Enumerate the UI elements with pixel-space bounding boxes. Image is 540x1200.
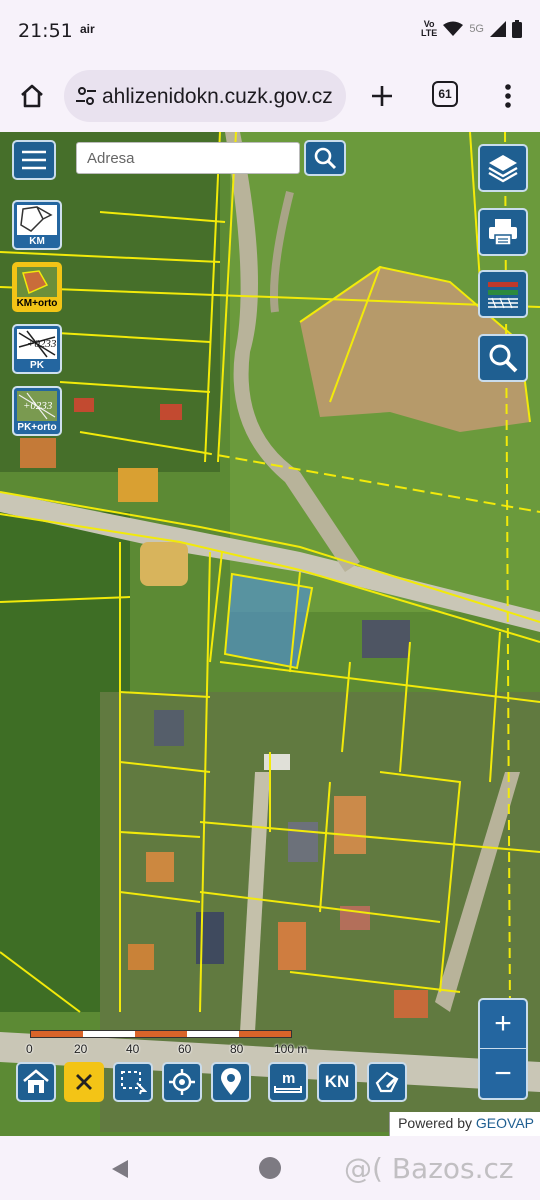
svg-text:+0233: +0233 bbox=[23, 400, 53, 412]
zoom-in-button[interactable]: + bbox=[480, 1000, 526, 1049]
url-text: ahlizenidokn.cuzk.gov.cz bbox=[102, 85, 333, 108]
home-extent-button[interactable] bbox=[16, 1062, 56, 1102]
print-button[interactable] bbox=[478, 208, 528, 256]
scale-label: 80 bbox=[230, 1042, 244, 1056]
attribution: Powered by GEOVAP bbox=[389, 1112, 540, 1136]
zoom-search-button[interactable] bbox=[478, 334, 528, 382]
back-icon[interactable] bbox=[110, 1158, 130, 1180]
search-button[interactable] bbox=[304, 140, 346, 176]
map-pin-icon bbox=[221, 1068, 241, 1095]
magnifier-icon bbox=[489, 344, 518, 373]
plus-icon bbox=[372, 86, 392, 106]
scale-label: 100 m bbox=[274, 1042, 308, 1056]
layer-pk-button[interactable]: +0233 PK bbox=[12, 324, 62, 374]
layer-pk-label: PK bbox=[30, 360, 44, 371]
screen: 21:51 air Vo LTE 5G ahlizenidokn.cuzk.go… bbox=[0, 0, 540, 1200]
signal-icon bbox=[490, 21, 506, 37]
house-icon bbox=[23, 1069, 49, 1093]
select-rectangle-icon bbox=[121, 1071, 147, 1095]
attribution-prefix: Powered by bbox=[398, 1115, 473, 1131]
network-type: 5G bbox=[469, 23, 484, 35]
attribution-brand-link[interactable]: GEOVAP bbox=[476, 1115, 534, 1131]
legend-icon bbox=[488, 282, 518, 309]
cadastral-map[interactable]: KM KM+orto +0233 PK +0233 PK+orto bbox=[0, 132, 540, 1136]
polygon-pencil-icon bbox=[375, 1071, 399, 1093]
tab-switcher-button[interactable]: 61 bbox=[432, 81, 458, 107]
browser-menu-button[interactable] bbox=[494, 78, 522, 114]
site-settings-icon[interactable] bbox=[74, 84, 98, 108]
scale-label: 60 bbox=[178, 1042, 192, 1056]
browser-home-button[interactable] bbox=[14, 78, 50, 114]
select-area-button[interactable] bbox=[113, 1062, 153, 1102]
printer-icon bbox=[489, 219, 517, 246]
browser-toolbar: ahlizenidokn.cuzk.gov.cz 61 bbox=[0, 64, 540, 132]
layer-pk-orto-thumbnail: +0233 bbox=[17, 391, 57, 421]
status-time: 21:51 bbox=[18, 20, 73, 42]
status-bar: 21:51 air Vo LTE 5G bbox=[0, 0, 540, 64]
app-indicator: air bbox=[80, 22, 95, 36]
layer-km-orto-button[interactable]: KM+orto bbox=[12, 262, 62, 312]
layer-km-orto-label: KM+orto bbox=[16, 298, 58, 309]
close-icon bbox=[76, 1074, 92, 1090]
ruler-icon: m bbox=[274, 1070, 302, 1093]
layer-pk-orto-label: PK+orto bbox=[17, 422, 57, 433]
address-search-input[interactable] bbox=[76, 142, 300, 174]
zoom-out-button[interactable]: − bbox=[480, 1049, 526, 1098]
svg-text:m: m bbox=[282, 1070, 295, 1087]
place-marker-button[interactable] bbox=[211, 1062, 251, 1102]
map-menu-button[interactable] bbox=[12, 140, 56, 180]
scale-bar bbox=[30, 1030, 292, 1038]
layer-km-label: KM bbox=[29, 236, 45, 247]
kn-info-button[interactable]: KN bbox=[317, 1062, 357, 1102]
legend-button[interactable] bbox=[478, 270, 528, 318]
volte-indicator: Vo LTE bbox=[420, 19, 438, 38]
layers-icon bbox=[488, 155, 518, 183]
layer-pk-thumbnail: +0233 bbox=[17, 329, 57, 359]
scale-label: 20 bbox=[74, 1042, 88, 1056]
home-gesture-button[interactable] bbox=[259, 1157, 281, 1179]
layers-button[interactable] bbox=[478, 144, 528, 192]
scale-labels: 0 20 40 60 80 100 m bbox=[22, 1042, 322, 1058]
more-vert-icon bbox=[505, 84, 511, 108]
new-tab-button[interactable] bbox=[364, 78, 400, 114]
layer-km-thumbnail bbox=[17, 205, 57, 235]
draw-polygon-button[interactable] bbox=[367, 1062, 407, 1102]
system-nav-bar: @( Bazos.cz bbox=[0, 1136, 540, 1200]
status-icons: Vo LTE 5G bbox=[421, 20, 522, 38]
scale-label: 0 bbox=[26, 1042, 33, 1056]
zoom-control: + − bbox=[478, 998, 528, 1100]
home-icon bbox=[21, 84, 43, 108]
clear-selection-button[interactable] bbox=[64, 1062, 104, 1102]
svg-text:+0233: +0233 bbox=[27, 338, 57, 350]
watermark: @( Bazos.cz bbox=[344, 1152, 514, 1185]
measure-button[interactable]: m bbox=[268, 1062, 308, 1102]
wifi-icon bbox=[443, 21, 464, 36]
menu-icon bbox=[22, 150, 46, 170]
layer-pk-orto-button[interactable]: +0233 PK+orto bbox=[12, 386, 62, 436]
layer-km-button[interactable]: KM bbox=[12, 200, 62, 250]
battery-icon bbox=[512, 20, 522, 38]
map-canvas[interactable] bbox=[0, 132, 540, 1136]
layer-km-orto-thumbnail bbox=[17, 267, 57, 297]
crosshair-icon bbox=[169, 1069, 195, 1095]
address-bar[interactable]: ahlizenidokn.cuzk.gov.cz bbox=[64, 70, 346, 122]
scale-label: 40 bbox=[126, 1042, 140, 1056]
locate-button[interactable] bbox=[162, 1062, 202, 1102]
search-icon bbox=[314, 147, 337, 170]
